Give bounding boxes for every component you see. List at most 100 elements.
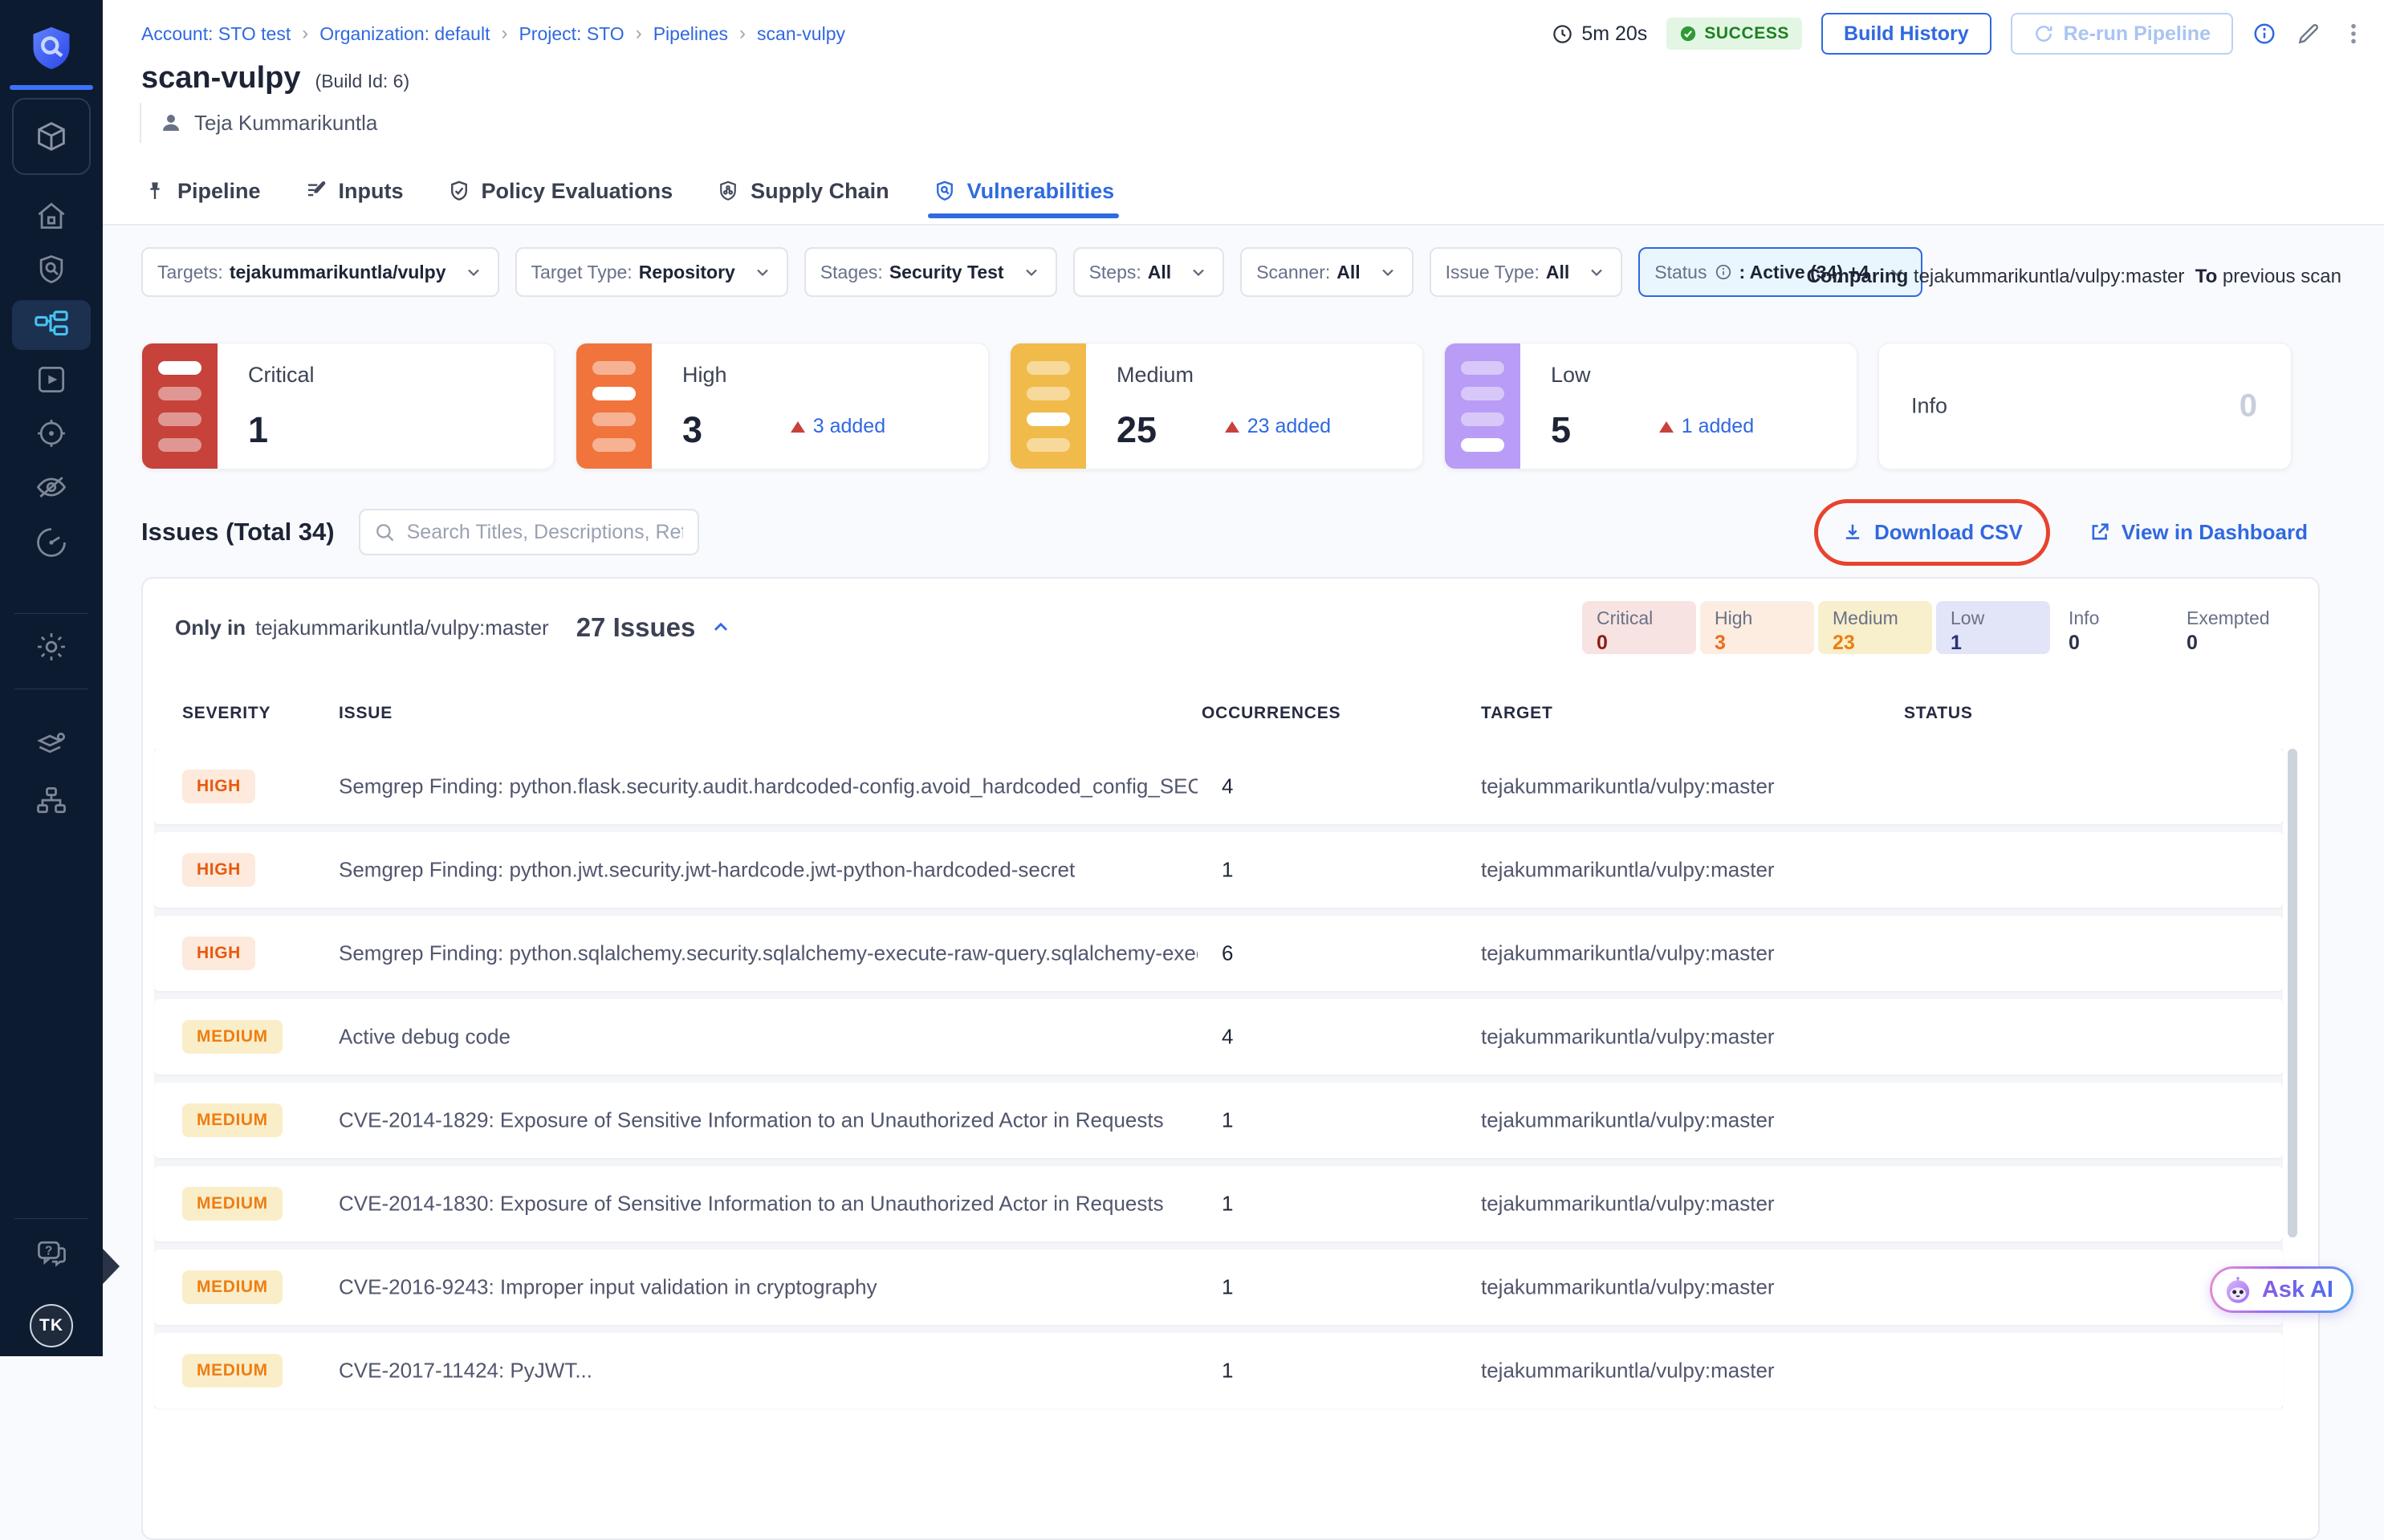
search-input[interactable] (405, 520, 685, 545)
tab-label: Vulnerabilities (967, 179, 1115, 204)
kebab-menu-icon[interactable] (2341, 21, 2366, 47)
severity-chip: Critical 0 (1582, 601, 1696, 654)
table-row[interactable]: MEDIUM CVE-2014-1829: Exposure of Sensit… (154, 1083, 2283, 1158)
table-row[interactable]: HIGH Semgrep Finding: python.flask.secur… (154, 749, 2283, 824)
pipelines-icon[interactable] (33, 307, 70, 343)
gauge-icon[interactable] (34, 525, 69, 560)
chevron-down-icon (753, 262, 772, 282)
settings-gear-icon[interactable] (34, 629, 69, 664)
breadcrumb-link[interactable]: scan-vulpy (757, 23, 845, 45)
issue-title: Semgrep Finding: python.sqlalchemy.secur… (339, 941, 1198, 966)
targets-icon[interactable] (34, 416, 69, 451)
left-sidebar: ? TK (0, 0, 103, 1356)
chip-value: 1 (1951, 632, 2050, 655)
rerun-pipeline-button[interactable]: Re-run Pipeline (2011, 13, 2233, 55)
severity-card-added: 1 added (1659, 415, 1754, 438)
table-row[interactable]: MEDIUM CVE-2014-1830: Exposure of Sensit… (154, 1166, 2283, 1241)
person-icon (159, 111, 183, 135)
breadcrumb-link[interactable]: Organization: default (319, 23, 490, 45)
module-selector[interactable] (12, 98, 91, 175)
filter-label: Target Type: (531, 262, 633, 283)
occurrences-value: 1 (1222, 1192, 1233, 1217)
download-csv-button[interactable]: Download CSV (1841, 520, 2023, 545)
chevron-down-icon (1022, 262, 1041, 282)
occurrences-value: 4 (1222, 1025, 1233, 1050)
filter-label: Steps: (1089, 262, 1141, 283)
info-icon (1715, 263, 1732, 281)
severity-card-count: 3 (682, 409, 702, 451)
severity-chips: Critical 0 High 3 Medium 23 Low (1582, 601, 2286, 654)
pipeline-pin-icon (143, 179, 167, 203)
view-in-dashboard-button[interactable]: View in Dashboard (2089, 520, 2308, 545)
home-icon[interactable] (34, 198, 69, 234)
breadcrumb-link[interactable]: Pipelines (653, 23, 728, 45)
comparing-target: tejakummarikuntla/vulpy:master (1914, 266, 2184, 287)
tab-vulnerabilities[interactable]: Vulnerabilities (933, 179, 1115, 204)
issue-title: Active debug code (339, 1025, 511, 1050)
author-row: Teja Kummarikuntla (140, 103, 377, 143)
tab-inputs[interactable]: Inputs (304, 179, 404, 204)
filter-dropdown[interactable]: Stages: Security Test (804, 247, 1057, 297)
filter-dropdown[interactable]: Targets: tejakummarikuntla/vulpy (141, 247, 499, 297)
ask-ai-button[interactable]: Ask AI (2210, 1266, 2353, 1313)
tab-policy-evaluations[interactable]: Policy Evaluations (447, 179, 673, 204)
user-avatar[interactable]: TK (30, 1304, 73, 1347)
filter-label: Issue Type: (1446, 262, 1540, 283)
severity-badge: MEDIUM (182, 1187, 283, 1221)
filter-value: Repository (639, 262, 735, 283)
status-badge-label: SUCCESS (1704, 24, 1789, 43)
table-row[interactable]: MEDIUM CVE-2017-11424: PyJWT... 1 tejaku… (154, 1333, 2283, 1408)
edit-pencil-icon[interactable] (2296, 21, 2321, 47)
severity-card: Medium 25 23 added (1010, 343, 1423, 469)
build-history-button[interactable]: Build History (1821, 13, 1991, 55)
target-value: tejakummarikuntla/vulpy:master (1481, 1025, 1775, 1050)
table-row[interactable]: HIGH Semgrep Finding: python.jwt.securit… (154, 832, 2283, 908)
tab-supply-chain[interactable]: Supply Chain (716, 179, 889, 204)
issues-count: 27 Issues (576, 612, 696, 643)
filter-dropdown[interactable]: Steps: All (1073, 247, 1225, 297)
filter-value: Security Test (889, 262, 1004, 283)
only-in-label: Only in (175, 616, 246, 640)
search-box (359, 509, 699, 555)
target-value: tejakummarikuntla/vulpy:master (1481, 1359, 1775, 1384)
severity-card-added: 23 added (1225, 415, 1331, 438)
issues-toolbar: Issues (Total 34) Download CSV (141, 507, 2308, 557)
executions-icon[interactable] (34, 362, 69, 397)
severity-card-count: 5 (1551, 409, 1571, 451)
layers-gear-icon[interactable] (34, 729, 69, 764)
chip-value: 3 (1715, 632, 1814, 655)
build-id: (Build Id: 6) (315, 71, 410, 92)
filter-dropdown[interactable]: Scanner: All (1240, 247, 1413, 297)
filters-row: Targets: tejakummarikuntla/vulpy Target … (141, 247, 1922, 297)
sto-logo-icon[interactable] (27, 22, 75, 74)
chevron-down-icon (464, 262, 483, 282)
info-icon[interactable] (2252, 22, 2276, 46)
help-chat-icon[interactable]: ? (34, 1236, 69, 1271)
table-row[interactable]: MEDIUM CVE-2016-9243: Improper input val… (154, 1249, 2283, 1325)
download-icon (1841, 521, 1864, 543)
exemptions-eye-off-icon[interactable] (34, 469, 69, 505)
check-circle-icon (1679, 25, 1697, 43)
breadcrumb-item: Organization: default › (319, 22, 519, 45)
target-value: tejakummarikuntla/vulpy:master (1481, 858, 1775, 883)
comparing-label: Comparing (1807, 266, 1909, 287)
tab-label: Inputs (339, 179, 404, 204)
table-scrollbar[interactable] (2288, 749, 2297, 1237)
severity-stripe-icon (1445, 343, 1520, 469)
clock-icon (1552, 23, 1573, 45)
table-row[interactable]: MEDIUM Active debug code 4 tejakummariku… (154, 999, 2283, 1075)
hierarchy-gear-icon[interactable] (34, 783, 69, 819)
chevron-up-icon[interactable] (710, 616, 732, 639)
table-row[interactable]: HIGH Semgrep Finding: python.sqlalchemy.… (154, 916, 2283, 991)
comparing-to-label: To (2195, 266, 2218, 287)
breadcrumb-item: Pipelines › (653, 22, 757, 45)
breadcrumb-link[interactable]: Account: STO test (141, 23, 291, 45)
severity-card: Critical 1 (141, 343, 555, 469)
tab-pipeline[interactable]: Pipeline (143, 179, 261, 204)
inputs-edit-icon (304, 179, 328, 203)
filter-dropdown[interactable]: Issue Type: All (1430, 247, 1623, 297)
filter-dropdown[interactable]: Target Type: Repository (515, 247, 788, 297)
sidebar-expand-handle[interactable] (103, 1249, 120, 1284)
breadcrumb-link[interactable]: Project: STO (519, 23, 624, 45)
scan-shield-icon[interactable] (34, 252, 69, 287)
